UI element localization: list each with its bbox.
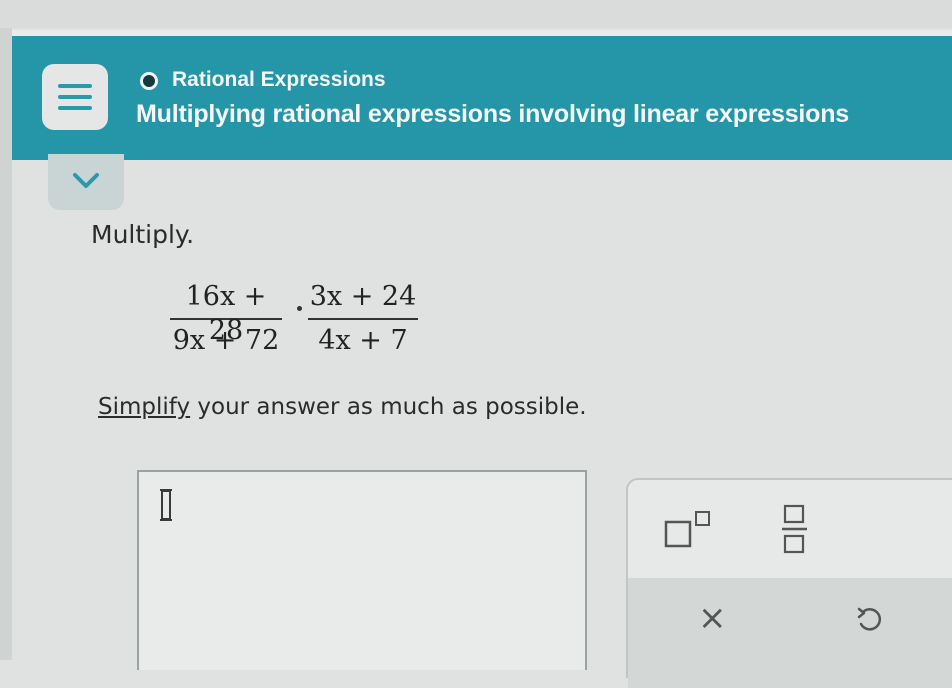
undo-icon[interactable] (856, 606, 882, 638)
fraction-2: 3x + 24 4x + 7 (308, 280, 418, 358)
superscript-icon[interactable] (662, 508, 718, 556)
instruction-text: Multiply. (91, 220, 195, 249)
hamburger-icon-line (58, 95, 92, 99)
lesson-title: Multiplying rational expressions involvi… (136, 100, 849, 128)
hamburger-icon (58, 84, 92, 88)
browser-top-strip (0, 0, 952, 28)
answer-input[interactable] (137, 470, 587, 670)
math-keypad: × (626, 478, 952, 688)
fraction-1-numerator: 16x + 28 (185, 281, 267, 346)
fraction-bar (308, 318, 418, 320)
topic-title: Rational Expressions (172, 68, 386, 91)
progress-radio-icon (140, 72, 158, 90)
fraction-1: 16x + 28 9x + 72 (170, 280, 282, 358)
clear-icon[interactable]: × (698, 598, 727, 638)
fraction-2-denominator: 4x + 7 (318, 325, 408, 356)
lesson-header: Rational Expressions Multiplying rationa… (12, 30, 952, 160)
fraction-icon[interactable] (780, 502, 810, 560)
menu-button[interactable] (42, 64, 108, 130)
hamburger-icon-line (58, 106, 92, 110)
text-cursor-icon (160, 489, 172, 521)
fraction-1-denominator: 9x + 72 (172, 325, 280, 356)
left-edge (0, 28, 12, 660)
fraction-2-numerator: 3x + 24 (309, 281, 417, 312)
chevron-down-icon (73, 173, 99, 188)
simplify-link[interactable]: Simplify (98, 394, 190, 420)
keypad-actions: × (628, 578, 952, 688)
simplify-instruction: Simplify your answer as much as possible… (98, 394, 587, 420)
collapse-tab[interactable] (48, 154, 124, 210)
multiply-dot (297, 306, 302, 311)
simplify-instruction-rest: your answer as much as possible. (190, 394, 587, 420)
